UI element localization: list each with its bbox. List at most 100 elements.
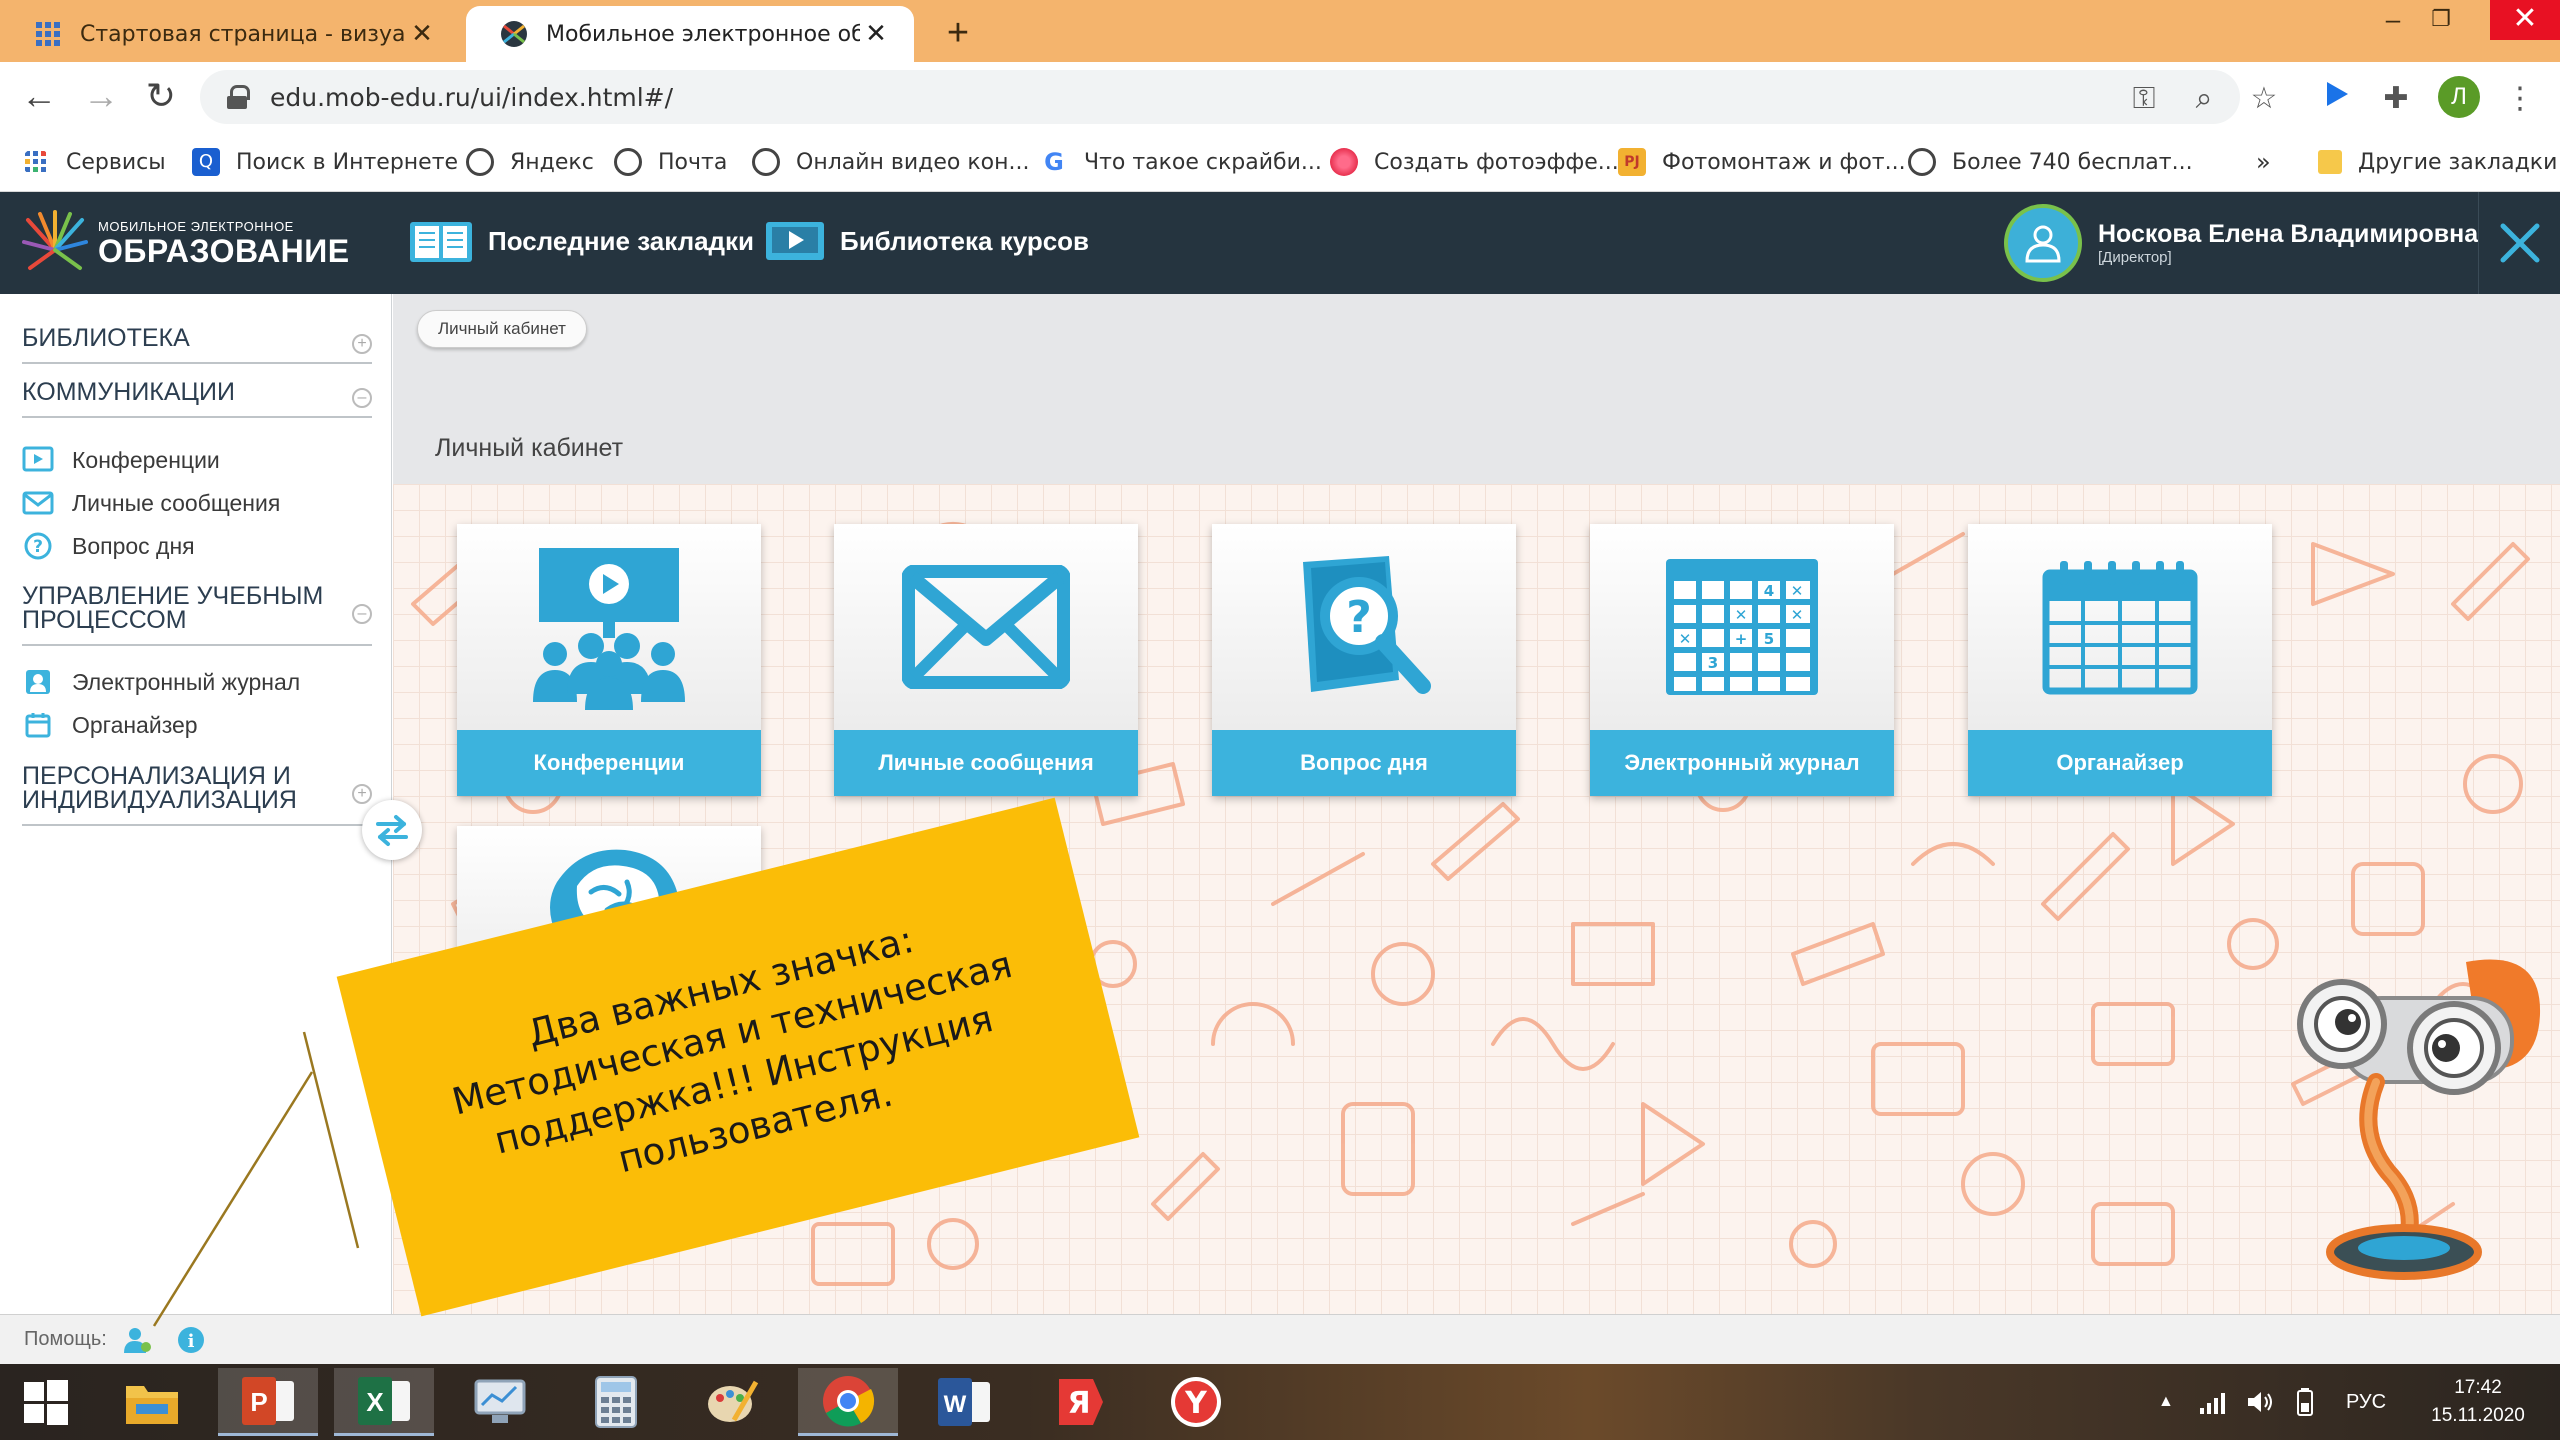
bookmark-label: Фотомонтаж и фот... <box>1662 149 1906 175</box>
page-title: Личный кабинет <box>435 434 624 462</box>
bookmark-yandex[interactable]: Яндекс <box>466 144 594 180</box>
tile-label: Электронный журнал <box>1590 730 1894 796</box>
star-bookmark-icon[interactable]: ☆ <box>2244 79 2284 119</box>
window-close-button[interactable]: ✕ <box>2490 0 2560 40</box>
tab-title: Мобильное электронное обра: <box>546 21 860 47</box>
bookmarks-overflow-button[interactable]: » <box>2256 144 2271 180</box>
taskbar-clock[interactable]: 17:42 15.11.2020 <box>2418 1374 2538 1430</box>
tile-question-of-day[interactable]: ? Вопрос дня <box>1212 524 1516 796</box>
battery-device-icon[interactable] <box>2292 1364 2316 1440</box>
tile-label: Органайзер <box>1968 730 2272 796</box>
globe-icon <box>752 148 780 176</box>
volume-icon[interactable] <box>2246 1364 2276 1440</box>
annotation-text: Два важных значка: Методическая и технич… <box>447 917 1017 1182</box>
tile-messages[interactable]: Личные сообщения <box>834 524 1138 796</box>
tile-label: Конференции <box>457 730 761 796</box>
svg-text:P: P <box>250 1387 267 1417</box>
bookmark-label: Онлайн видео кон... <box>796 149 1030 175</box>
mob-edu-favicon-icon <box>501 21 527 47</box>
yandex-browser-icon[interactable]: Y <box>1146 1368 1246 1436</box>
network-icon[interactable] <box>2198 1364 2226 1440</box>
new-tab-button[interactable]: + <box>934 10 982 58</box>
header-close-icon[interactable] <box>2478 192 2560 294</box>
bookmark-label: Почта <box>658 149 728 175</box>
course-library-label: Библиотека курсов <box>840 225 1090 256</box>
svg-text:5: 5 <box>1764 630 1774 648</box>
monitor-icon[interactable] <box>450 1368 550 1436</box>
bookmark-free-740[interactable]: Более 740 бесплат... <box>1908 144 2193 180</box>
bookmark-photomontage[interactable]: PJ Фотомонтаж и фот... <box>1618 144 1906 180</box>
other-bookmarks-label: Другие закладки <box>2358 149 2558 175</box>
flower-icon <box>1330 148 1358 176</box>
folder-icon <box>2318 150 2342 174</box>
bookmark-mail[interactable]: Почта <box>614 144 727 180</box>
chrome-icon[interactable] <box>798 1368 898 1436</box>
pj-icon: PJ <box>1618 148 1646 176</box>
paint-icon[interactable] <box>682 1368 782 1436</box>
bookmark-label: Что такое скрайби... <box>1084 149 1322 175</box>
recent-bookmarks-link[interactable]: Последние закладки <box>408 218 754 264</box>
browser-tab-mob-edu[interactable]: Мобильное электронное обра: ✕ <box>466 6 914 62</box>
svg-text:✕: ✕ <box>1735 606 1748 624</box>
video-icon <box>766 222 824 260</box>
svg-text:✕: ✕ <box>1679 630 1692 648</box>
user-name: Носкова Елена Владимировна <box>2098 220 2479 248</box>
bookmark-label: Более 740 бесплат... <box>1952 149 2193 175</box>
calendar-icon <box>2042 561 2198 695</box>
svg-text:4: 4 <box>1764 582 1774 600</box>
question-search-icon: ? <box>1303 556 1431 694</box>
svg-text:Я: Я <box>1067 1386 1090 1421</box>
user-profile[interactable]: Носкова Елена Владимировна [Директор] <box>2004 204 2478 282</box>
bookmark-label: Создать фотоэффе... <box>1374 149 1619 175</box>
grid-journal-icon: 4 ✕ ✕ ✕ ✕ +5 3 <box>1666 559 1818 695</box>
windows-taskbar: P X W Я Y ▲ РУС 17:42 15.11.2020 <box>0 1364 2560 1440</box>
user-role: [Директор] <box>2098 249 2172 266</box>
main-header-area: Личный кабинет Личный кабинет <box>393 294 2560 484</box>
zoom-icon[interactable]: ⌕ <box>2184 79 2224 119</box>
word-icon[interactable]: W <box>914 1368 1014 1436</box>
profile-avatar[interactable]: Л <box>2438 76 2480 118</box>
bookmark-photo-effects[interactable]: Создать фотоэффе... <box>1330 144 1619 180</box>
excel-icon[interactable]: X <box>334 1368 434 1436</box>
globe-icon <box>1908 148 1936 176</box>
svg-text:W: W <box>944 1391 967 1418</box>
file-explorer-icon[interactable] <box>102 1368 202 1436</box>
breadcrumb[interactable]: Личный кабинет <box>417 310 587 348</box>
play-extension-icon[interactable] <box>2316 79 2356 119</box>
bookmark-scribing[interactable]: G Что такое скрайби... <box>1040 144 1322 180</box>
recent-bookmarks-label: Последние закладки <box>488 225 755 256</box>
callout-lines <box>152 1031 360 1327</box>
clock-time: 17:42 <box>2454 1377 2502 1398</box>
address-bar[interactable]: edu.mob-edu.ru/ui/index.html#/ <box>200 70 2240 124</box>
tray-overflow-icon[interactable]: ▲ <box>2158 1364 2174 1440</box>
course-library-link[interactable]: Библиотека курсов <box>764 218 1089 264</box>
bookmark-video-conf[interactable]: Онлайн видео кон... <box>752 144 1030 180</box>
tile-organizer[interactable]: Органайзер <box>1968 524 2272 796</box>
svg-text:X: X <box>366 1387 384 1417</box>
tile-e-journal[interactable]: 4 ✕ ✕ ✕ ✕ +5 3 Электронный журнал <box>1590 524 1894 796</box>
tile-label: Личные сообщения <box>834 730 1138 796</box>
language-indicator[interactable]: РУС <box>2346 1364 2386 1440</box>
other-bookmarks-folder[interactable]: Другие закладки <box>2318 144 2557 180</box>
conference-icon <box>533 548 685 710</box>
svg-text:✕: ✕ <box>1791 606 1804 624</box>
tile-label: Вопрос дня <box>1212 730 1516 796</box>
restore-button[interactable]: ❐ <box>2410 0 2472 40</box>
google-icon: G <box>1044 148 1064 176</box>
windows-start-icon[interactable] <box>0 1368 92 1436</box>
svg-text:+: + <box>1735 630 1748 648</box>
puzzle-extension-icon[interactable]: ✚ <box>2376 79 2416 119</box>
envelope-icon <box>902 565 1070 689</box>
clock-date: 15.11.2020 <box>2431 1405 2525 1426</box>
calculator-icon[interactable] <box>566 1368 666 1436</box>
user-avatar-icon <box>2004 204 2082 282</box>
svg-text:3: 3 <box>1708 654 1718 672</box>
robot-mascot-icon[interactable] <box>2296 952 2552 1282</box>
browser-menu-icon[interactable]: ⋮ <box>2500 79 2540 119</box>
tile-conferences[interactable]: Конференции <box>457 524 761 796</box>
yandex-icon[interactable]: Я <box>1030 1368 1130 1436</box>
globe-icon <box>614 148 642 176</box>
powerpoint-icon[interactable]: P <box>218 1368 318 1436</box>
tab-close-icon[interactable]: ✕ <box>860 19 892 49</box>
key-icon[interactable]: ⚿ <box>2124 79 2164 119</box>
